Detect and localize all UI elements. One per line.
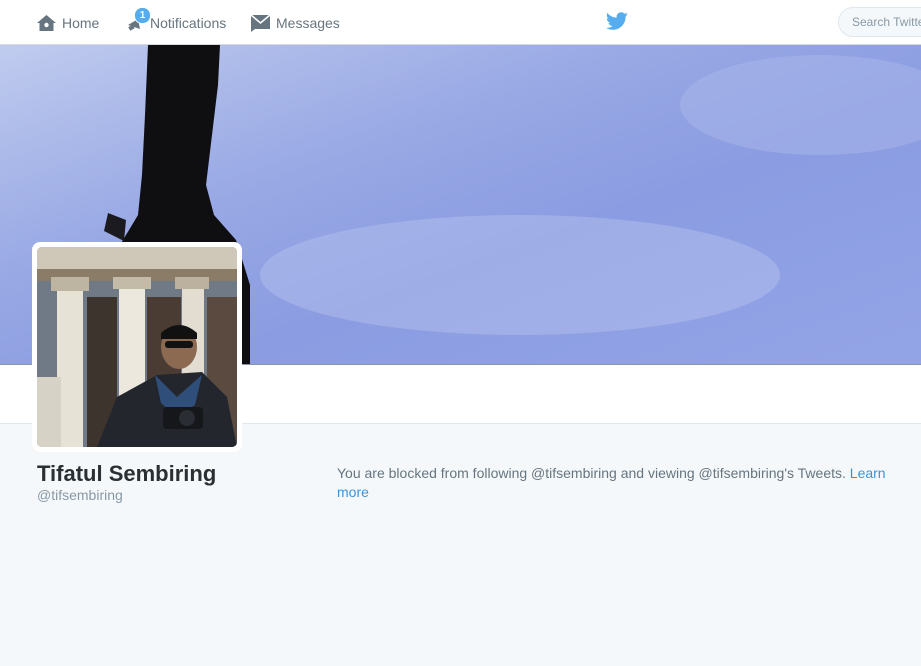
search-input[interactable]: Search Twitter	[838, 7, 921, 37]
nav-home[interactable]: Home	[36, 0, 99, 45]
profile-name: Tifatul Sembiring	[37, 461, 217, 486]
profile-handle[interactable]: @tifsembiring	[37, 487, 123, 503]
top-navigation-bar: Home 1 Notifications Messages Search Twi…	[0, 0, 921, 45]
twitter-bird-icon[interactable]	[605, 12, 629, 37]
messages-icon	[250, 13, 271, 32]
nav-messages-label: Messages	[276, 14, 340, 31]
blocked-notice-text: You are blocked from following @tifsembi…	[337, 465, 850, 481]
nav-home-label: Home	[62, 14, 100, 31]
blocked-notice: You are blocked from following @tifsembi…	[337, 464, 907, 502]
notifications-count-badge: 1	[134, 7, 151, 24]
profile-avatar[interactable]	[32, 242, 242, 452]
search-placeholder: Search Twitter	[852, 15, 921, 29]
nav-notifications-label: Notifications	[150, 14, 227, 31]
nav-notifications[interactable]: 1 Notifications	[126, 0, 226, 45]
nav-messages[interactable]: Messages	[250, 0, 340, 45]
home-icon	[36, 14, 57, 32]
avatar-photo	[37, 247, 237, 447]
